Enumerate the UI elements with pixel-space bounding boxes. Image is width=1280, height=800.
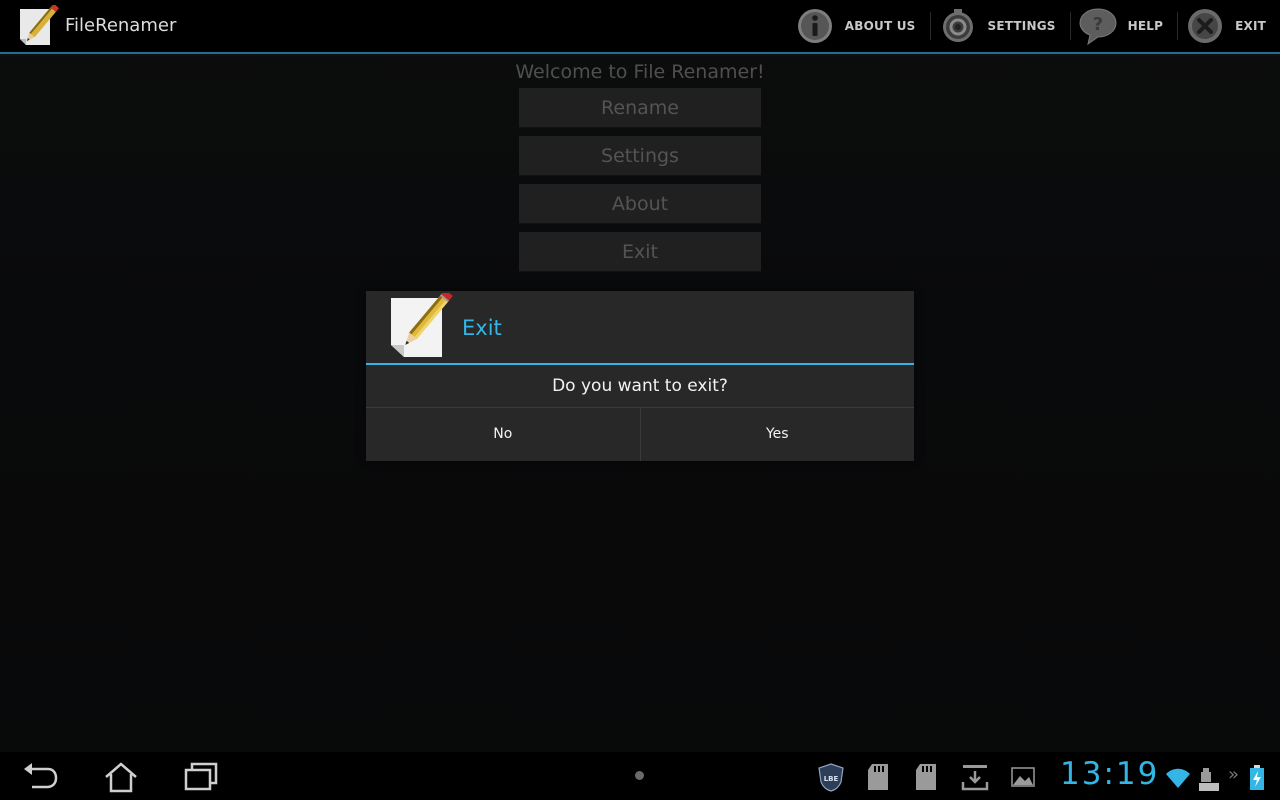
status-clock[interactable]: 13:19 — [1060, 756, 1159, 792]
more-chevron-icon[interactable]: » — [1228, 764, 1239, 785]
lbe-shield-icon[interactable]: LBE — [817, 762, 845, 792]
dialog-title: Exit — [462, 316, 502, 340]
close-circle-icon — [1188, 9, 1223, 43]
exit-label: EXIT — [1235, 19, 1266, 33]
help-label: HELP — [1127, 19, 1164, 33]
info-icon — [797, 9, 832, 43]
wifi-icon[interactable] — [1164, 762, 1192, 792]
settings-label: SETTINGS — [987, 19, 1056, 33]
exit-action[interactable]: EXIT — [1177, 0, 1280, 52]
battery-icon[interactable] — [1248, 762, 1266, 792]
svg-text:?: ? — [1092, 14, 1102, 35]
sd-card-icon[interactable] — [866, 762, 894, 792]
about-us-action[interactable]: ABOUT US — [787, 0, 930, 52]
back-icon[interactable] — [20, 760, 60, 794]
home-icon[interactable] — [101, 760, 141, 794]
keyboard-icon[interactable] — [1196, 762, 1222, 792]
no-button[interactable]: No — [366, 408, 640, 461]
settings-action[interactable]: SETTINGS — [929, 0, 1070, 52]
pencil-icon — [391, 293, 453, 357]
yes-button[interactable]: Yes — [639, 408, 915, 461]
exit-dialog: Exit Do you want to exit? No Yes — [366, 291, 914, 461]
about-us-label: ABOUT US — [844, 19, 916, 33]
action-items: ABOUT US SETTINGS ? HELP EXIT — [787, 0, 1280, 52]
action-bar: FileRenamer ABOUT US SETTINGS ? HELP EXI… — [0, 0, 1280, 54]
dialog-header: Exit — [366, 291, 914, 365]
dialog-buttons: No Yes — [366, 407, 914, 461]
gear-icon — [942, 9, 973, 42]
recent-apps-icon[interactable] — [181, 760, 221, 794]
screen: FileRenamer ABOUT US SETTINGS ? HELP EXI… — [0, 0, 1280, 800]
help-action[interactable]: ? HELP — [1069, 0, 1177, 52]
help-bubble-icon: ? — [1079, 8, 1117, 46]
sd-card-icon[interactable] — [914, 762, 942, 792]
dialog-message: Do you want to exit? — [552, 376, 728, 396]
app-title: FileRenamer — [65, 15, 177, 36]
svg-text:LBE: LBE — [824, 775, 839, 783]
navigation-dot — [635, 771, 644, 780]
download-icon[interactable] — [961, 762, 989, 792]
pencil-icon — [20, 5, 60, 45]
image-icon[interactable] — [1009, 762, 1037, 792]
